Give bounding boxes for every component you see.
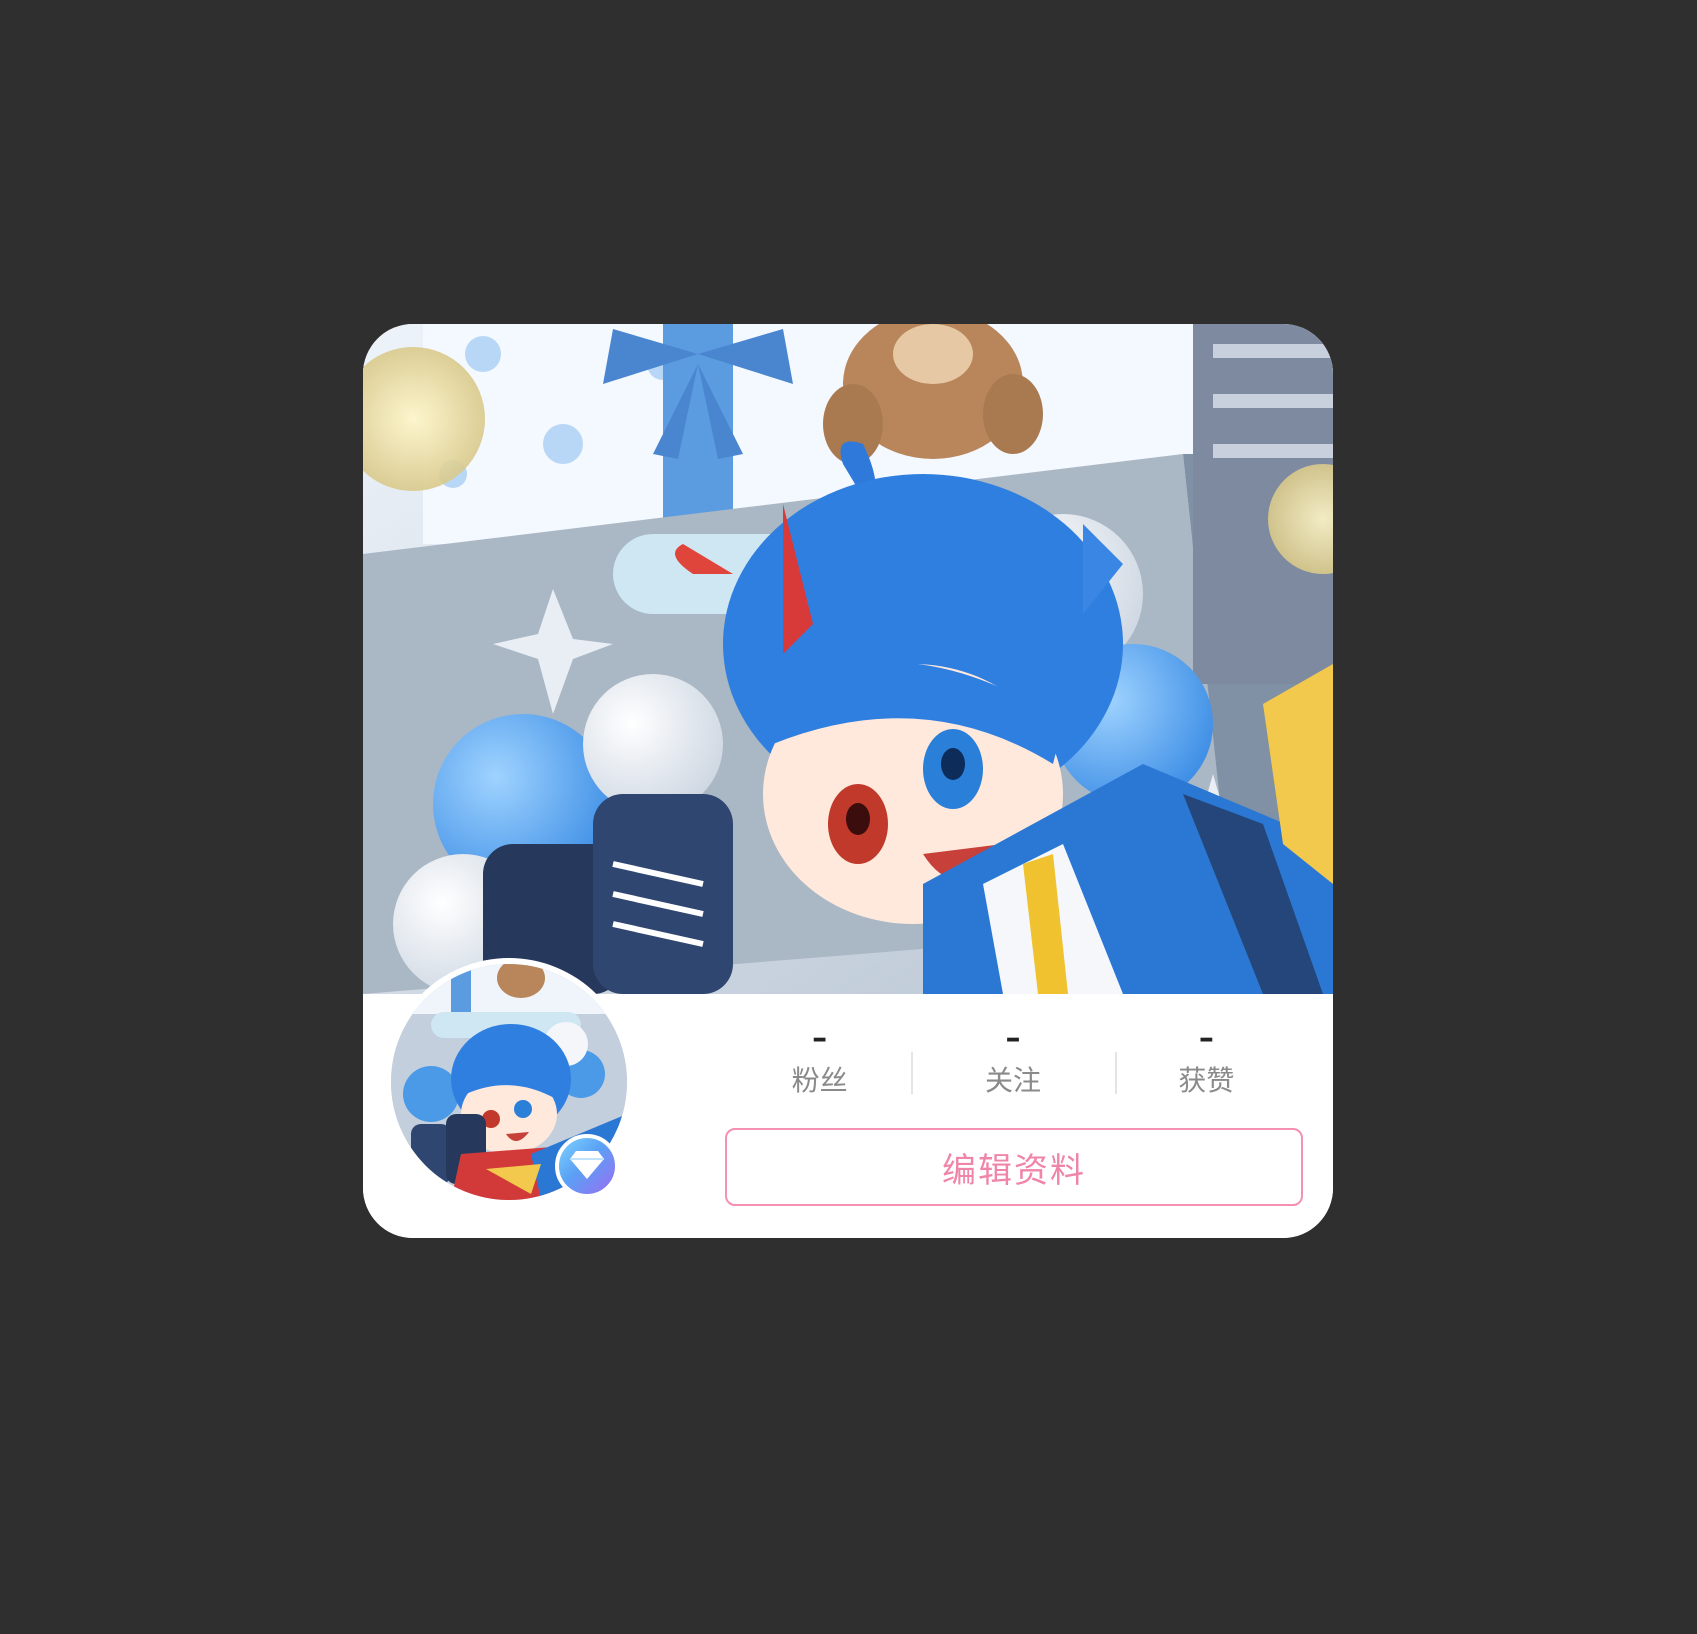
diamond-icon bbox=[570, 1149, 604, 1183]
stat-following[interactable]: – 关注 bbox=[916, 1019, 1109, 1099]
stat-following-label: 关注 bbox=[984, 1064, 1041, 1097]
stat-fans[interactable]: – 粉丝 bbox=[723, 1019, 916, 1099]
profile-stats: – 粉丝 – 关注 – 获赞 bbox=[723, 1019, 1303, 1119]
vip-badge bbox=[555, 1134, 619, 1198]
stat-divider bbox=[1115, 1052, 1117, 1094]
profile-card: – 粉丝 – 关注 – 获赞 编辑资料 bbox=[363, 324, 1333, 1238]
stat-following-value: – bbox=[1005, 1021, 1021, 1056]
stat-divider bbox=[911, 1052, 913, 1094]
edit-profile-button[interactable]: 编辑资料 bbox=[725, 1128, 1303, 1206]
stat-fans-value: – bbox=[812, 1021, 828, 1056]
stat-likes[interactable]: – 获赞 bbox=[1110, 1019, 1303, 1099]
stat-likes-value: – bbox=[1198, 1021, 1214, 1056]
stat-fans-label: 粉丝 bbox=[791, 1064, 848, 1097]
stat-likes-label: 获赞 bbox=[1178, 1064, 1235, 1097]
profile-banner-image[interactable] bbox=[363, 324, 1333, 994]
